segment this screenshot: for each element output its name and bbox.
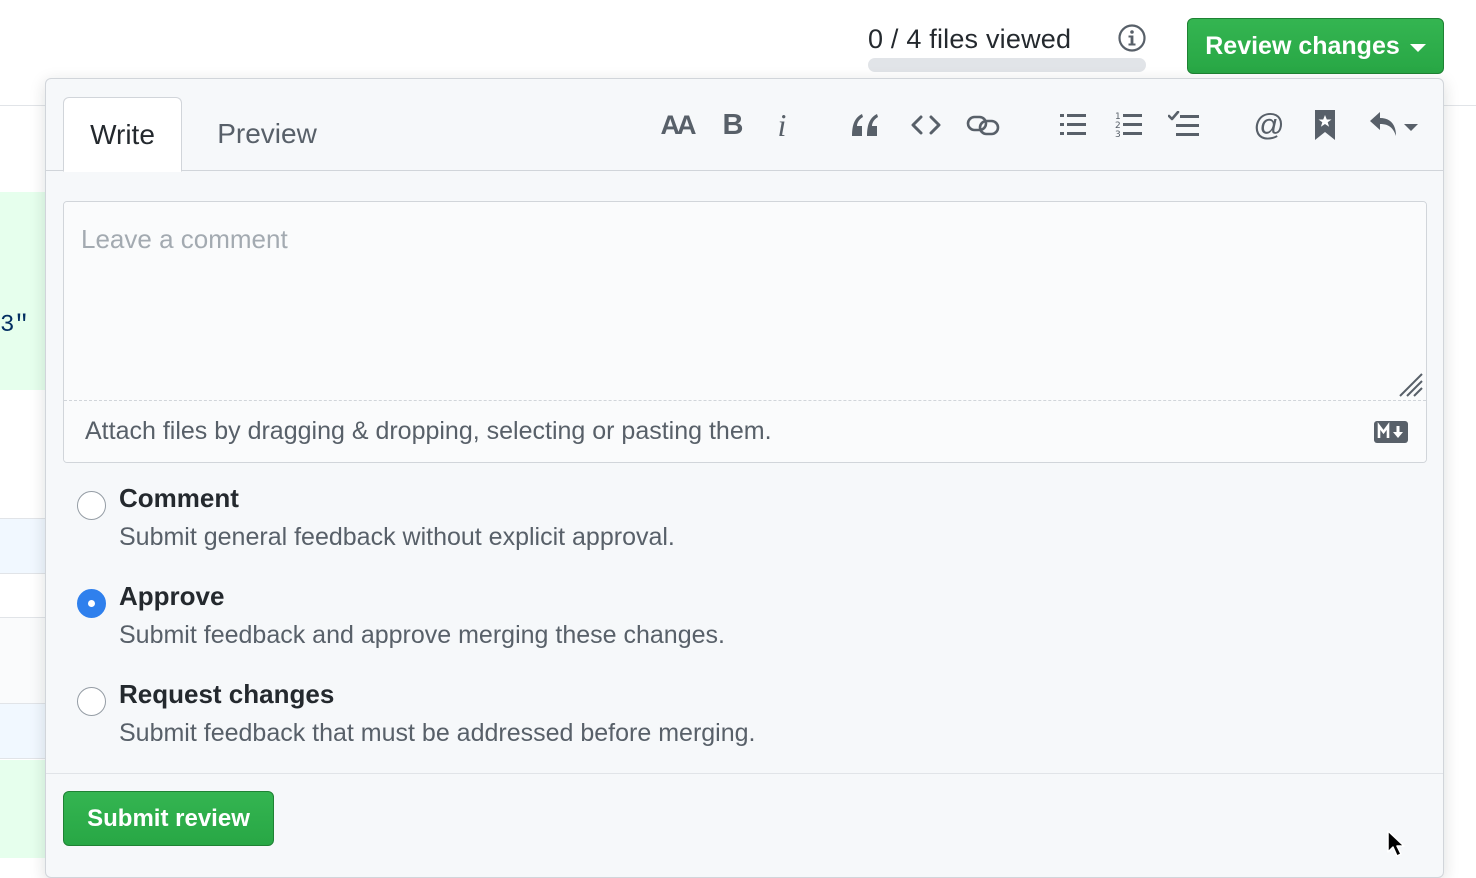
option-comment-title: Comment bbox=[119, 483, 239, 513]
option-comment-description: Submit general feedback without explicit… bbox=[119, 523, 675, 551]
text-size-icon[interactable]: AA bbox=[657, 105, 697, 145]
files-viewed-label: 0 / 4 files viewed bbox=[868, 24, 1072, 54]
link-icon[interactable] bbox=[963, 105, 1003, 145]
diff-hunk-header bbox=[0, 518, 46, 574]
italic-icon[interactable]: i bbox=[762, 105, 802, 145]
option-comment[interactable]: Comment Submit general feedback without … bbox=[77, 483, 977, 563]
diff-file-header bbox=[0, 617, 46, 703]
comment-tabs-row: Write Preview AA B i 1 2 3 @ bbox=[46, 79, 1443, 172]
review-changes-popover: Write Preview AA B i 1 2 3 @ Leave a com… bbox=[45, 78, 1444, 878]
mention-glyph: @ bbox=[1253, 107, 1285, 142]
task-list-icon[interactable] bbox=[1164, 105, 1204, 145]
comment-box: Attach files by dragging & dropping, sel… bbox=[63, 201, 1427, 463]
italic-glyph: i bbox=[777, 106, 787, 143]
option-request-changes-title: Request changes bbox=[119, 679, 335, 709]
option-request-changes[interactable]: Request changes Submit feedback that mus… bbox=[77, 679, 977, 759]
bold-icon[interactable]: B bbox=[713, 105, 753, 145]
info-icon[interactable] bbox=[1117, 23, 1147, 53]
mention-icon[interactable]: @ bbox=[1249, 105, 1289, 145]
svg-text:3: 3 bbox=[1115, 130, 1121, 139]
diff-hunk-header bbox=[0, 703, 46, 759]
files-viewed-indicator: 0 / 4 files viewed bbox=[868, 22, 1148, 72]
footer-divider bbox=[46, 773, 1443, 774]
diff-context-lines bbox=[0, 390, 46, 516]
resize-handle-icon[interactable] bbox=[1396, 370, 1424, 398]
saved-reply-icon[interactable] bbox=[1305, 105, 1345, 145]
markdown-icon[interactable] bbox=[1374, 421, 1408, 443]
code-icon[interactable] bbox=[906, 105, 946, 145]
option-approve-title: Approve bbox=[119, 581, 225, 611]
bold-glyph: B bbox=[722, 108, 744, 141]
text-size-glyph: AA bbox=[660, 109, 697, 140]
comment-textarea[interactable] bbox=[64, 202, 1426, 400]
attach-files-bar[interactable]: Attach files by dragging & dropping, sel… bbox=[64, 400, 1426, 462]
comment-radio[interactable] bbox=[77, 491, 106, 520]
numbered-list-icon[interactable]: 1 2 3 bbox=[1109, 105, 1149, 145]
option-approve-description: Submit feedback and approve merging thes… bbox=[119, 621, 725, 649]
reply-icon[interactable] bbox=[1366, 105, 1422, 145]
files-viewed-progress-bar bbox=[868, 58, 1146, 72]
diff-added-lines bbox=[0, 192, 46, 390]
tab-write[interactable]: Write bbox=[63, 97, 182, 172]
quote-icon[interactable] bbox=[845, 105, 885, 145]
diff-added-lines bbox=[0, 760, 46, 858]
bulleted-list-icon[interactable] bbox=[1053, 105, 1093, 145]
approve-radio[interactable] bbox=[77, 589, 106, 618]
option-approve[interactable]: Approve Submit feedback and approve merg… bbox=[77, 581, 977, 661]
option-request-changes-description: Submit feedback that must be addressed b… bbox=[119, 719, 756, 747]
submit-review-button[interactable]: Submit review bbox=[63, 791, 274, 846]
request-changes-radio[interactable] bbox=[77, 687, 106, 716]
mouse-cursor-icon bbox=[1386, 830, 1410, 858]
review-changes-button[interactable]: Review changes bbox=[1187, 18, 1444, 74]
tab-preview[interactable]: Preview bbox=[206, 97, 328, 171]
diff-code-fragment: 3" bbox=[0, 312, 29, 339]
caret-down-icon bbox=[1409, 43, 1426, 52]
review-changes-label: Review changes bbox=[1205, 31, 1400, 60]
attach-files-text[interactable]: Attach files by dragging & dropping, sel… bbox=[85, 417, 772, 446]
